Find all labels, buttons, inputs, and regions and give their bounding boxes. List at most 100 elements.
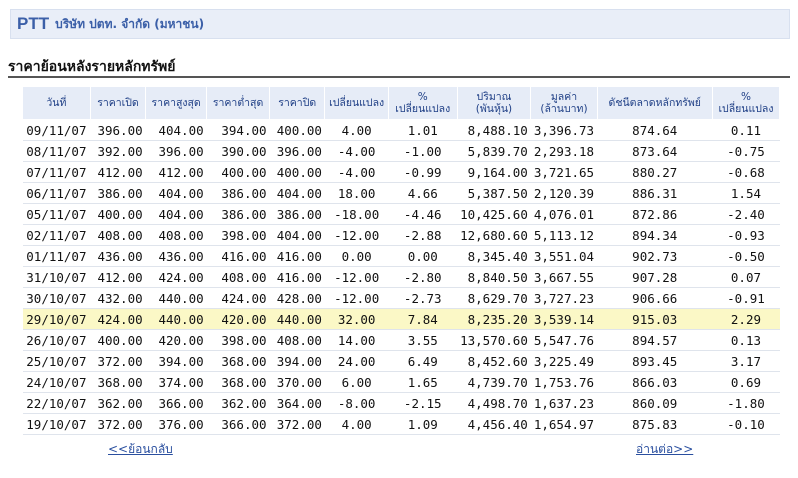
cell-open: 432.00: [90, 287, 146, 309]
col-header-date: วันที่: [22, 86, 91, 120]
cell-volume: 4,498.70: [457, 392, 531, 414]
cell-open: 424.00: [90, 308, 146, 330]
cell-close: 364.00: [269, 392, 325, 414]
col-header-change: เปลี่ยนแปลง: [324, 86, 389, 120]
cell-set-index: 902.73: [597, 245, 713, 267]
cell-high: 404.00: [145, 182, 207, 204]
cell-high: 440.00: [145, 287, 207, 309]
cell-high: 396.00: [145, 140, 207, 162]
cell-index-pct-change: -2.40: [712, 203, 780, 225]
section-divider: [8, 76, 790, 78]
table-row: 09/11/07 396.00 404.00 394.00 400.00 4.00 1.01…: [22, 119, 780, 141]
cell-set-index: 866.03: [597, 371, 713, 393]
cell-high: 436.00: [145, 245, 207, 267]
cell-value: 2,293.18: [530, 140, 598, 162]
cell-index-pct-change: -0.68: [712, 161, 780, 183]
cell-volume: 4,739.70: [457, 371, 531, 393]
company-banner: PTT บริษัท ปตท. จำกัด (มหาชน): [10, 9, 790, 39]
cell-value: 5,113.12: [530, 224, 598, 246]
cell-date: 07/11/07: [22, 161, 91, 183]
col-header-set-index: ดัชนีตลาดหลักทรัพย์: [596, 86, 713, 120]
cell-volume: 9,164.00: [457, 161, 531, 183]
cell-low: 420.00: [206, 308, 270, 330]
cell-value: 1,654.97: [530, 413, 598, 435]
cell-volume: 13,570.60: [457, 329, 531, 351]
cell-value: 3,539.14: [530, 308, 598, 330]
cell-set-index: 894.34: [597, 224, 713, 246]
cell-pct-change: -1.00: [388, 140, 458, 162]
cell-low: 398.00: [206, 224, 270, 246]
cell-low: 424.00: [206, 287, 270, 309]
cell-open: 400.00: [90, 329, 146, 351]
table-row: 30/10/07 432.00 440.00 424.00 428.00 -12.00 -2…: [22, 287, 780, 309]
cell-low: 390.00: [206, 140, 270, 162]
cell-index-pct-change: 0.07: [712, 266, 780, 288]
table-body: 09/11/07 396.00 404.00 394.00 400.00 4.00 1.01…: [22, 119, 780, 435]
cell-volume: 8,840.50: [457, 266, 531, 288]
cell-high: 404.00: [145, 203, 207, 225]
cell-date: 25/10/07: [22, 350, 91, 372]
cell-pct-change: 1.01: [388, 119, 458, 141]
cell-change: -12.00: [324, 266, 389, 288]
company-name: บริษัท ปตท. จำกัด (มหาชน): [55, 16, 205, 31]
cell-value: 1,637.23: [530, 392, 598, 414]
cell-value: 5,547.76: [530, 329, 598, 351]
cell-open: 368.00: [90, 371, 146, 393]
back-link[interactable]: <<ย้อนกลับ: [108, 440, 173, 459]
cell-low: 394.00: [206, 119, 270, 141]
cell-date: 30/10/07: [22, 287, 91, 309]
stock-symbol: PTT: [17, 14, 50, 33]
cell-set-index: 872.86: [597, 203, 713, 225]
cell-index-pct-change: 0.11: [712, 119, 780, 141]
cell-change: 4.00: [324, 119, 389, 141]
cell-high: 404.00: [145, 119, 207, 141]
cell-low: 400.00: [206, 161, 270, 183]
cell-value: 3,396.73: [530, 119, 598, 141]
cell-pct-change: -2.73: [388, 287, 458, 309]
cell-open: 386.00: [90, 182, 146, 204]
table-row: 24/10/07 368.00 374.00 368.00 370.00 6.00 1.65…: [22, 371, 780, 393]
cell-change: -12.00: [324, 287, 389, 309]
table-row: 06/11/07 386.00 404.00 386.00 404.00 18.00 4.6…: [22, 182, 780, 204]
table-row: 19/10/07 372.00 376.00 366.00 372.00 4.00 1.09…: [22, 413, 780, 435]
cell-date: 29/10/07: [22, 308, 91, 330]
cell-change: -12.00: [324, 224, 389, 246]
cell-volume: 4,456.40: [457, 413, 531, 435]
cell-low: 408.00: [206, 266, 270, 288]
cell-index-pct-change: -0.50: [712, 245, 780, 267]
cell-change: 18.00: [324, 182, 389, 204]
cell-volume: 8,452.60: [457, 350, 531, 372]
cell-pct-change: 7.84: [388, 308, 458, 330]
cell-change: -4.00: [324, 161, 389, 183]
col-header-open: ราคาเปิด: [89, 86, 147, 120]
cell-pct-change: 1.09: [388, 413, 458, 435]
cell-close: 408.00: [269, 329, 325, 351]
cell-pct-change: -4.46: [388, 203, 458, 225]
cell-index-pct-change: -0.10: [712, 413, 780, 435]
cell-high: 412.00: [145, 161, 207, 183]
table-row: 25/10/07 372.00 394.00 368.00 394.00 24.00 6.4…: [22, 350, 780, 372]
cell-value: 3,667.55: [530, 266, 598, 288]
cell-change: -8.00: [324, 392, 389, 414]
cell-set-index: 915.03: [597, 308, 713, 330]
table-row: 07/11/07 412.00 412.00 400.00 400.00 -4.00 -0.…: [22, 161, 780, 183]
cell-volume: 5,839.70: [457, 140, 531, 162]
table-row: 26/10/07 400.00 420.00 398.00 408.00 14.00 3.5…: [22, 329, 780, 351]
cell-open: 392.00: [90, 140, 146, 162]
next-link[interactable]: อ่านต่อ>>: [636, 440, 693, 459]
cell-open: 400.00: [90, 203, 146, 225]
cell-change: -4.00: [324, 140, 389, 162]
col-header-close: ราคาปิด: [269, 86, 326, 120]
col-header-high: ราคาสูงสุด: [145, 86, 208, 120]
cell-high: 374.00: [145, 371, 207, 393]
cell-open: 372.00: [90, 350, 146, 372]
table-row: 02/11/07 408.00 408.00 398.00 404.00 -12.00 -2…: [22, 224, 780, 246]
cell-index-pct-change: -1.80: [712, 392, 780, 414]
cell-date: 02/11/07: [22, 224, 91, 246]
col-header-low: ราคาต่ำสุด: [206, 86, 271, 120]
cell-close: 386.00: [269, 203, 325, 225]
cell-volume: 8,235.20: [457, 308, 531, 330]
cell-date: 05/11/07: [22, 203, 91, 225]
cell-volume: 12,680.60: [457, 224, 531, 246]
cell-pct-change: 3.55: [388, 329, 458, 351]
